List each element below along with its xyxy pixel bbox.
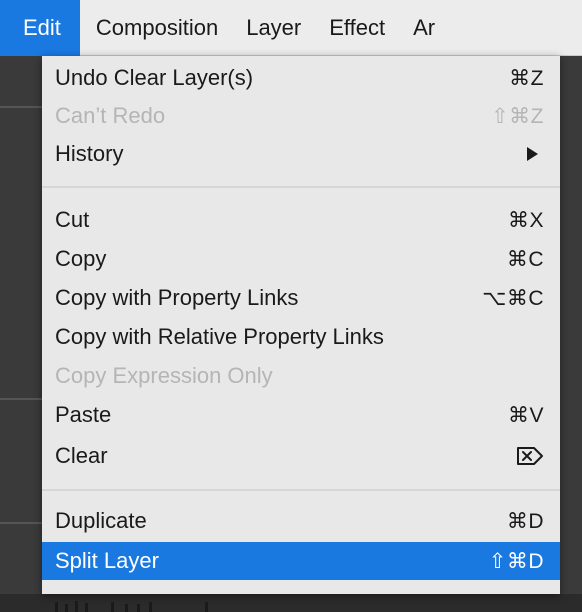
menu-item-split-layer[interactable]: Split Layer ⇧⌘D: [42, 542, 560, 580]
menu-item-history[interactable]: History: [42, 135, 560, 173]
menu-item-shortcut: ⌥⌘C: [482, 286, 544, 310]
menu-separator: [42, 186, 560, 188]
menu-item-cut[interactable]: Cut ⌘X: [42, 201, 560, 239]
menu-item-label: Copy with Property Links: [55, 285, 299, 310]
menu-item-shortcut: ⌘D: [506, 509, 544, 533]
menu-item-label: Duplicate: [55, 508, 147, 533]
menu-separator: [42, 489, 560, 491]
menu-item-label: Cut: [55, 207, 90, 232]
menu-item-shortcut: ⇧⌘Z: [491, 104, 544, 128]
menu-item-label: Paste: [55, 402, 112, 427]
menu-item-paste[interactable]: Paste ⌘V: [42, 396, 560, 434]
menu-layer[interactable]: Layer: [236, 0, 319, 56]
delete-forward-icon: [517, 447, 543, 465]
menu-animation[interactable]: Ar: [403, 0, 445, 56]
menu-item-partially-visible[interactable]: [42, 592, 560, 612]
menu-item-label: Split Layer: [55, 548, 159, 573]
menu-item-label: Copy Expression Only: [55, 363, 273, 388]
menu-item-label: Undo Clear Layer(s): [55, 65, 254, 90]
menu-item-label: History: [55, 141, 124, 166]
panel-divider: [0, 106, 42, 108]
edit-menu-dropdown: Undo Clear Layer(s) ⌘Z Can’t Redo ⇧⌘Z Hi…: [42, 56, 560, 612]
menu-composition[interactable]: Composition: [80, 0, 236, 56]
menu-bar: Edit Composition Layer Effect Ar: [0, 0, 582, 56]
background-panel-left: [0, 56, 42, 594]
menu-item-shortcut: ⌘C: [506, 247, 544, 271]
menu-effect[interactable]: Effect: [319, 0, 403, 56]
menu-item-copy-with-relative-property-links[interactable]: Copy with Relative Property Links: [42, 318, 560, 356]
menu-item-copy-with-property-links[interactable]: Copy with Property Links ⌥⌘C: [42, 279, 560, 317]
menu-item-redo: Can’t Redo ⇧⌘Z: [42, 97, 560, 135]
menu-edit[interactable]: Edit: [0, 0, 80, 56]
submenu-arrow-icon: [527, 147, 538, 161]
menu-item-duplicate[interactable]: Duplicate ⌘D: [42, 502, 560, 540]
menu-item-shortcut: ⌘V: [507, 403, 544, 427]
menu-item-label: Can’t Redo: [55, 103, 166, 128]
menu-item-label: Copy with Relative Property Links: [55, 324, 384, 349]
menu-item-copy[interactable]: Copy ⌘C: [42, 240, 560, 278]
menu-item-undo[interactable]: Undo Clear Layer(s) ⌘Z: [42, 59, 560, 97]
panel-divider: [0, 398, 42, 400]
menu-item-shortcut: ⇧⌘D: [488, 549, 544, 573]
menu-item-copy-expression-only: Copy Expression Only: [42, 357, 560, 395]
cut-off-label-glyphs: [55, 601, 208, 612]
menu-item-shortcut: ⌘X: [507, 208, 544, 232]
menu-item-label: Copy: [55, 246, 107, 271]
menu-item-label: Clear: [55, 443, 108, 468]
menu-item-clear[interactable]: Clear: [42, 437, 560, 475]
background-panel-right: [560, 56, 582, 594]
menu-item-shortcut: ⌘Z: [509, 66, 544, 90]
panel-divider: [0, 522, 42, 524]
